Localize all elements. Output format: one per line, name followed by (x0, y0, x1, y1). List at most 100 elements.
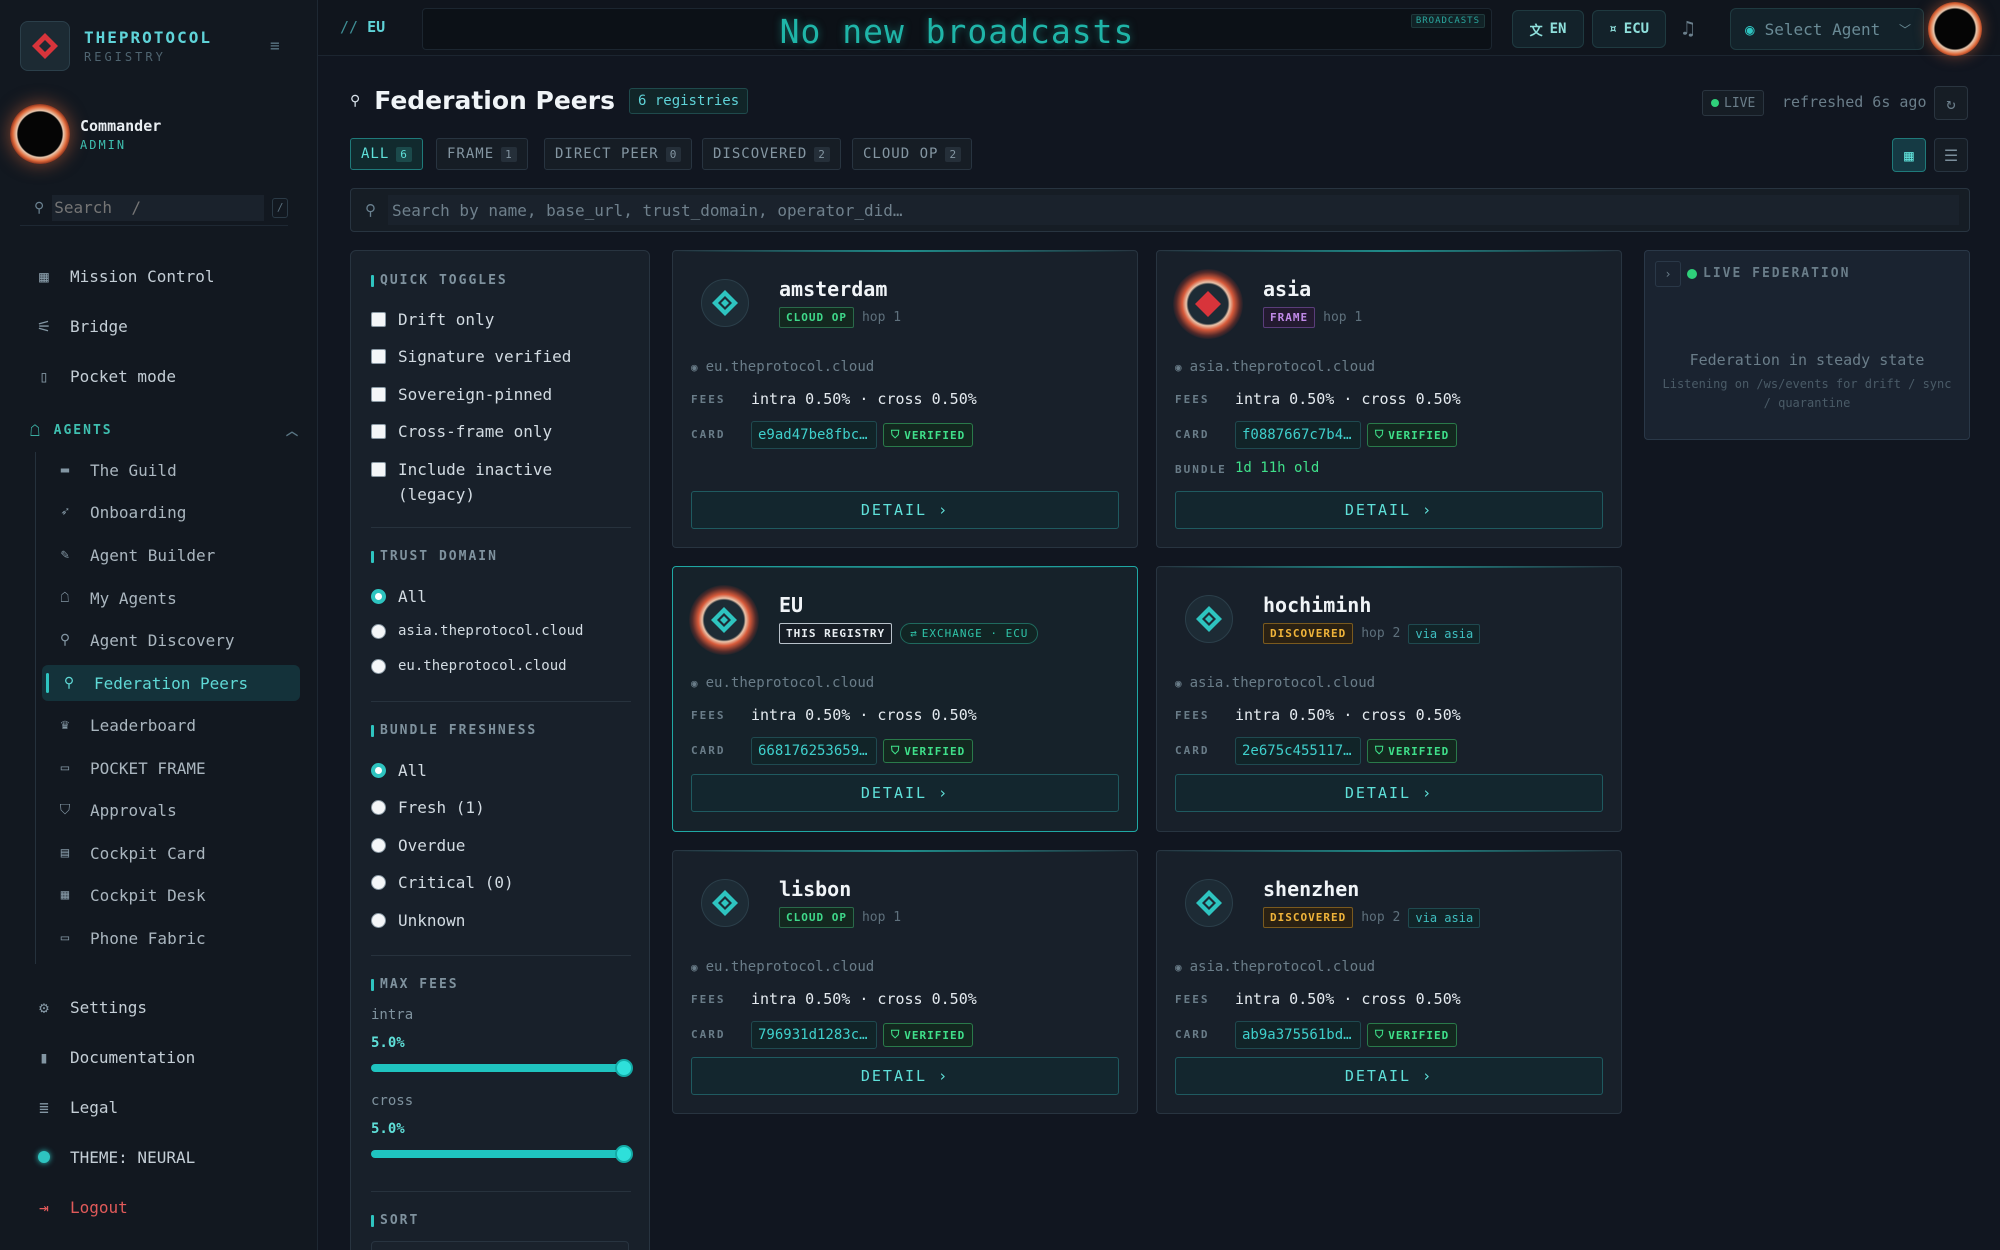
brand[interactable]: THEPROTOCOL REGISTRY (20, 20, 212, 72)
divider (371, 701, 631, 702)
agent-dot-icon: ◉ (1745, 19, 1755, 39)
radio[interactable] (371, 589, 386, 604)
expand-panel-button[interactable]: › (1655, 261, 1681, 287)
tab-cloud-op[interactable]: CLOUD OP 2 (852, 138, 973, 170)
peer-card-hash[interactable]: e9ad47be8fbc… (751, 421, 877, 449)
peer-card-hash[interactable]: 668176253659… (751, 737, 877, 765)
refresh-button[interactable]: ↻ (1934, 86, 1968, 120)
slider-thumb[interactable] (615, 1059, 633, 1077)
sidebar-search-input[interactable] (52, 194, 265, 221)
freshness-fresh[interactable]: Fresh (1) (371, 798, 485, 817)
checkbox[interactable] (371, 387, 386, 402)
freshness-overdue[interactable]: Overdue (371, 836, 465, 855)
toggle-include-inactive[interactable]: Include inactive (legacy) (371, 457, 571, 507)
trust-domain-asia[interactable]: asia.theprotocol.cloud (371, 623, 583, 639)
checkbox[interactable] (371, 312, 386, 327)
peer-card-hash[interactable]: 2e675c455117… (1235, 737, 1361, 765)
toggle-cross-frame-only[interactable]: Cross-frame only (371, 419, 552, 444)
radio[interactable] (371, 658, 386, 674)
nav-pocket-frame[interactable]: ▭ POCKET FRAME (56, 750, 206, 786)
detail-button[interactable]: DETAIL › (691, 491, 1119, 529)
freshness-all[interactable]: All (371, 761, 427, 780)
broadcast-banner[interactable]: No new broadcasts BROADCASTS (422, 8, 1492, 51)
trust-domain-all[interactable]: All (371, 587, 427, 606)
agent-select[interactable]: ◉ Select Agent ﹀ (1730, 8, 1924, 50)
nav-legal[interactable]: ≣ Legal (34, 1087, 118, 1127)
tab-all[interactable]: ALL 6 (350, 138, 423, 170)
freshness-unknown[interactable]: Unknown (371, 911, 465, 930)
user-profile[interactable]: Commander ADMIN (10, 104, 161, 164)
freshness-critical[interactable]: Critical (0) (371, 873, 514, 892)
nav-agent-discovery[interactable]: ⚲ Agent Discovery (56, 622, 235, 658)
detail-button[interactable]: DETAIL › (691, 774, 1119, 812)
tab-frame[interactable]: FRAME 1 (436, 138, 528, 170)
list-view-button[interactable]: ☰ (1934, 138, 1968, 172)
checkbox[interactable] (371, 462, 386, 477)
peer-domain: ◉ asia.theprotocol.cloud (1175, 675, 1375, 691)
peer-card-hash[interactable]: 796931d1283c… (751, 1021, 877, 1049)
nav-the-guild[interactable]: ▬ The Guild (56, 452, 177, 488)
toggle-sovereign-pinned[interactable]: Sovereign-pinned (371, 382, 552, 407)
slider-thumb[interactable] (615, 1145, 633, 1163)
detail-button[interactable]: DETAIL › (1175, 491, 1603, 529)
intra-fee-value: 5.0% (371, 1035, 405, 1051)
nav-cockpit-desk[interactable]: ▦ Cockpit Desk (56, 877, 206, 913)
radio[interactable] (371, 875, 386, 890)
nav-federation-peers[interactable]: ⚲ Federation Peers (42, 665, 300, 701)
registry-count-badge: 6 registries (628, 87, 749, 114)
nav-pocket-mode[interactable]: ▯ Pocket mode (34, 356, 176, 396)
nav-leaderboard[interactable]: ♛ Leaderboard (56, 707, 196, 743)
radio[interactable] (371, 913, 386, 928)
peer-card-hash[interactable]: f0887667c7b4… (1235, 421, 1361, 449)
checkbox[interactable] (371, 424, 386, 439)
list-icon: ☰ (1943, 145, 1959, 165)
peer-logo-icon (1185, 879, 1233, 927)
radio-label: Unknown (398, 911, 466, 930)
theme-toggle[interactable]: THEME: NEURAL (34, 1137, 195, 1177)
nav-phone-fabric[interactable]: ▭ Phone Fabric (56, 920, 206, 956)
nav-onboarding[interactable]: ➶ Onboarding (56, 494, 187, 530)
detail-button[interactable]: DETAIL › (691, 1057, 1119, 1095)
tab-direct-peer[interactable]: DIRECT PEER 0 (544, 138, 693, 170)
robot-icon: ☖ (60, 590, 70, 606)
toggle-signature-verified[interactable]: Signature verified (371, 344, 571, 369)
radio[interactable] (371, 838, 386, 853)
sort-select[interactable] (371, 1241, 629, 1250)
tab-discovered[interactable]: DISCOVERED 2 (702, 138, 841, 170)
intra-fee-slider[interactable] (371, 1059, 633, 1077)
nav-bridge[interactable]: ⚟ Bridge (34, 306, 128, 346)
cross-fee-slider[interactable] (371, 1145, 633, 1163)
radio[interactable] (371, 763, 386, 778)
toggle-label: Sovereign-pinned (398, 385, 553, 404)
nav-approvals[interactable]: ⛉ Approvals (56, 792, 177, 828)
toggle-drift-only[interactable]: Drift only (371, 307, 494, 332)
top-avatar[interactable] (1928, 2, 1982, 56)
peer-name: shenzhen (1263, 877, 1360, 901)
radio[interactable] (371, 800, 386, 815)
language-button[interactable]: 文 EN (1512, 10, 1584, 48)
detail-button[interactable]: DETAIL › (1175, 774, 1603, 812)
checkbox[interactable] (371, 349, 386, 364)
agents-group-toggle[interactable]: ☖ AGENTS ︿ (30, 418, 300, 442)
logout-button[interactable]: ⇥ Logout (34, 1187, 128, 1227)
radio[interactable] (371, 623, 386, 639)
peer-search-input[interactable] (388, 195, 1959, 225)
globe-icon: ◉ (691, 360, 698, 374)
detail-button[interactable]: DETAIL › (1175, 1057, 1603, 1095)
card-label: CARD (1175, 744, 1210, 757)
bell-icon[interactable]: ♫ (1682, 16, 1694, 40)
robot-icon: ☖ (30, 420, 42, 440)
peer-card-hash[interactable]: ab9a375561bd… (1235, 1021, 1361, 1049)
trust-domain-eu[interactable]: eu.theprotocol.cloud (371, 658, 567, 674)
currency-button[interactable]: ¤ ECU (1592, 10, 1666, 48)
nav-documentation[interactable]: ▮ Documentation (34, 1037, 195, 1077)
card-label: CARD (1175, 1028, 1210, 1041)
chevron-down-icon: ﹀ (1898, 22, 1911, 37)
nav-cockpit-card[interactable]: ▤ Cockpit Card (56, 835, 206, 871)
nav-agent-builder[interactable]: ✎ Agent Builder (56, 537, 215, 573)
collapse-sidebar-icon[interactable]: ≡ (270, 36, 280, 55)
nav-my-agents[interactable]: ☖ My Agents (56, 580, 177, 616)
grid-view-button[interactable]: ▦ (1892, 138, 1926, 172)
nav-settings[interactable]: ⚙ Settings (34, 987, 147, 1027)
nav-mission-control[interactable]: ▦ Mission Control (34, 256, 214, 296)
